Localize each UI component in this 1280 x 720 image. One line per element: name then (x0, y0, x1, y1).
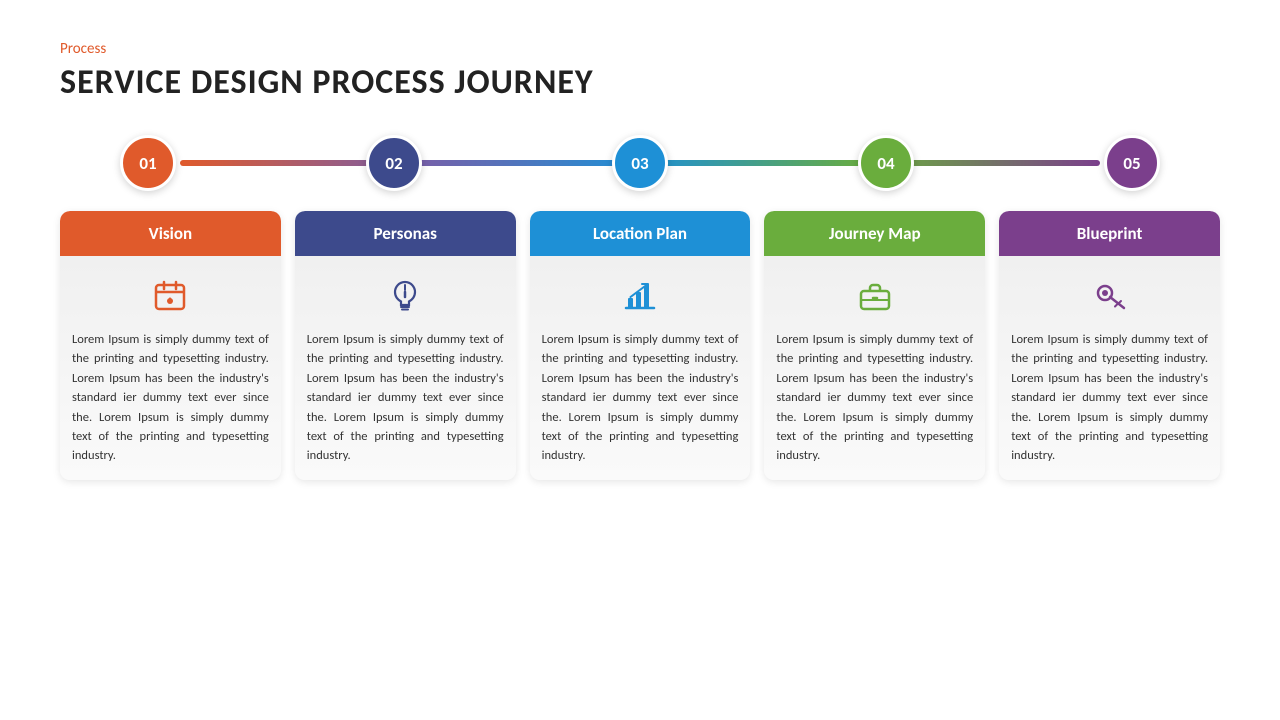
briefcase-icon (857, 274, 893, 318)
card-blueprint: Blueprint Lorem Ipsum is simply dummy te… (999, 211, 1220, 480)
card-blueprint-text: Lorem Ipsum is simply dummy text of the … (1011, 330, 1208, 466)
card-journey-header: Journey Map (764, 211, 985, 256)
card-blueprint-header: Blueprint (999, 211, 1220, 256)
timeline-node-1: 01 (120, 135, 176, 191)
card-journey-map: Journey Map Lorem Ipsum is simply dummy … (764, 211, 985, 480)
timeline-node-3: 03 (612, 135, 668, 191)
timeline: 01 02 03 04 05 (120, 133, 1160, 193)
slide: Process SERVICE DESIGN PROCESS JOURNEY 0… (0, 0, 1280, 720)
card-vision-header: Vision (60, 211, 281, 256)
card-journey-text: Lorem Ipsum is simply dummy text of the … (776, 330, 973, 466)
chart-icon (622, 274, 658, 318)
card-location-plan: Location Plan Lorem Ipsum is simply dumm… (530, 211, 751, 480)
card-location-header: Location Plan (530, 211, 751, 256)
timeline-node-4: 04 (858, 135, 914, 191)
card-vision-body: Lorem Ipsum is simply dummy text of the … (60, 256, 281, 480)
card-personas: Personas Lorem Ipsum is simply dummy tex… (295, 211, 516, 480)
timeline-node-5: 05 (1104, 135, 1160, 191)
timeline-node-2: 02 (366, 135, 422, 191)
process-label: Process (60, 40, 1220, 58)
calendar-icon (152, 274, 188, 318)
card-personas-text: Lorem Ipsum is simply dummy text of the … (307, 330, 504, 466)
cards-section: Vision Lorem Ipsum is simply dummy text … (60, 211, 1220, 480)
card-blueprint-body: Lorem Ipsum is simply dummy text of the … (999, 256, 1220, 480)
lightbulb-icon (387, 274, 423, 318)
card-personas-body: Lorem Ipsum is simply dummy text of the … (295, 256, 516, 480)
timeline-nodes: 01 02 03 04 05 (120, 133, 1160, 193)
card-location-text: Lorem Ipsum is simply dummy text of the … (542, 330, 739, 466)
key-icon (1092, 274, 1128, 318)
card-personas-header: Personas (295, 211, 516, 256)
page-title: SERVICE DESIGN PROCESS JOURNEY (60, 62, 1220, 103)
card-location-body: Lorem Ipsum is simply dummy text of the … (530, 256, 751, 480)
card-vision: Vision Lorem Ipsum is simply dummy text … (60, 211, 281, 480)
card-journey-body: Lorem Ipsum is simply dummy text of the … (764, 256, 985, 480)
card-vision-text: Lorem Ipsum is simply dummy text of the … (72, 330, 269, 466)
